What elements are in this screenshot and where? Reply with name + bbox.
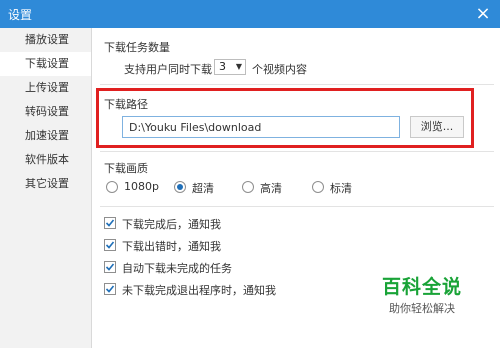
section-divider xyxy=(100,84,494,85)
checkbox-label: 下载出错时，通知我 xyxy=(122,240,221,253)
quality-option-label: 1080p xyxy=(124,180,159,193)
sidebar-item-playback[interactable]: 播放设置 xyxy=(0,28,91,52)
check-icon xyxy=(105,263,115,271)
download-count-value: 3 xyxy=(219,60,226,73)
checkbox-icon xyxy=(104,239,116,251)
sidebar-item-acceleration[interactable]: 加速设置 xyxy=(0,124,91,148)
radio-selected-dot xyxy=(177,184,183,190)
radio-icon xyxy=(174,181,186,193)
check-icon xyxy=(105,285,115,293)
section-divider xyxy=(100,151,494,152)
chevron-down-icon: ▼ xyxy=(235,62,242,71)
sidebar-item-other[interactable]: 其它设置 xyxy=(0,172,91,196)
download-tasks-title: 下载任务数量 xyxy=(104,41,170,54)
check-icon xyxy=(105,241,115,249)
checkbox-icon xyxy=(104,217,116,229)
checkbox-label: 自动下载未完成的任务 xyxy=(122,262,232,275)
radio-icon xyxy=(312,181,324,193)
download-tasks-suffix: 个视频内容 xyxy=(252,63,307,76)
close-icon[interactable]: × xyxy=(472,3,494,25)
download-tasks-prefix: 支持用户同时下载 xyxy=(124,63,212,76)
sidebar-item-upload[interactable]: 上传设置 xyxy=(0,76,91,100)
download-count-select[interactable]: 3 ▼ xyxy=(214,59,246,75)
download-path-title: 下载路径 xyxy=(104,98,148,111)
section-divider xyxy=(100,206,494,207)
settings-sidebar: 播放设置 下载设置 上传设置 转码设置 加速设置 软件版本 其它设置 xyxy=(0,28,92,348)
radio-icon xyxy=(242,181,254,193)
sidebar-item-version[interactable]: 软件版本 xyxy=(0,148,91,172)
watermark-brand: 百科全说 xyxy=(381,276,462,298)
watermark: 百科全说 助你轻松解决 xyxy=(362,272,482,322)
quality-option-label: 标清 xyxy=(330,182,352,195)
watermark-tagline: 助你轻松解决 xyxy=(389,302,455,315)
download-path-input[interactable] xyxy=(122,116,400,138)
sidebar-item-download[interactable]: 下载设置 xyxy=(0,52,91,76)
check-icon xyxy=(105,219,115,227)
checkbox-label: 未下载完成退出程序时，通知我 xyxy=(122,284,276,297)
quality-option-label: 超清 xyxy=(192,182,214,195)
checkbox-label: 下载完成后，通知我 xyxy=(122,218,221,231)
title-bar: 设置 × xyxy=(0,0,500,28)
quality-title: 下载画质 xyxy=(104,162,148,175)
checkbox-icon xyxy=(104,283,116,295)
browse-button[interactable]: 浏览... xyxy=(410,116,464,138)
sidebar-item-transcode[interactable]: 转码设置 xyxy=(0,100,91,124)
window-title: 设置 xyxy=(8,8,33,22)
radio-icon xyxy=(106,181,118,193)
checkbox-icon xyxy=(104,261,116,273)
quality-option-label: 高清 xyxy=(260,182,282,195)
